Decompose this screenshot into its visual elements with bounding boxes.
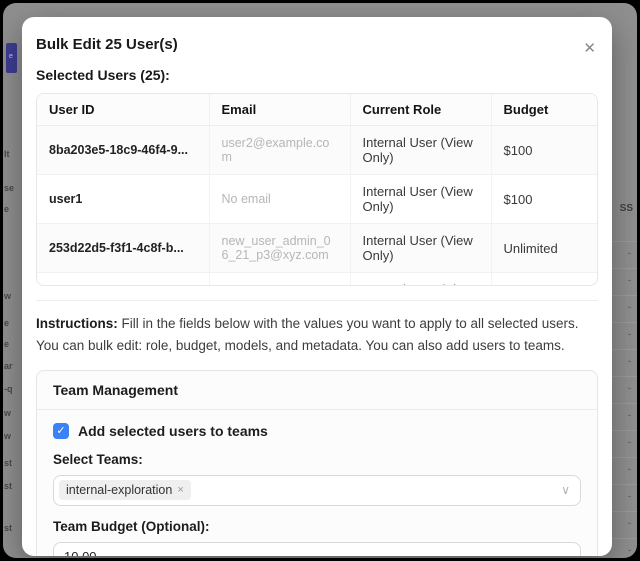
modal-title: Bulk Edit 25 User(s): [36, 36, 598, 53]
background-dash-fragment: -: [628, 518, 631, 528]
background-row-divider: [611, 376, 637, 377]
background-table-header-fragment: SS: [620, 203, 633, 214]
background-row-divider: [611, 511, 637, 512]
background-row-divider: [611, 403, 637, 404]
cell-budget: $100: [491, 175, 598, 224]
cell-userid: 253d22d5-f3f1-4c8f-b...: [37, 224, 209, 273]
cell-userid: 8ba203e5-18c9-46f4-9...: [37, 126, 209, 175]
table-row: 5dbd2335-cdd6-47ca-b...interInternal Use…: [37, 273, 598, 287]
section-divider: [36, 300, 598, 301]
background-dash-fragment: -: [628, 491, 631, 501]
cell-userid: user1: [37, 175, 209, 224]
instructions-label: Instructions:: [36, 316, 118, 331]
bulk-edit-modal: ✕ Bulk Edit 25 User(s) Selected Users (2…: [22, 17, 612, 556]
background-dash-fragment: -: [628, 356, 631, 366]
background-dash-fragment: -: [628, 248, 631, 258]
cell-budget: $100: [491, 126, 598, 175]
cell-role: Internal User (View Only): [350, 273, 491, 287]
add-users-to-teams-row: ✓ Add selected users to teams: [53, 423, 581, 439]
cell-userid: 5dbd2335-cdd6-47ca-b...: [37, 273, 209, 287]
close-icon[interactable]: ✕: [583, 41, 596, 56]
teams-multiselect[interactable]: internal-exploration × ∨: [53, 475, 581, 506]
cell-email: inter: [209, 273, 350, 287]
cell-email: No email: [209, 175, 350, 224]
background-row-divider: [611, 268, 637, 269]
background-dash-fragment: -: [628, 464, 631, 474]
selected-team-tag: internal-exploration ×: [59, 480, 191, 500]
team-budget-input[interactable]: [53, 542, 581, 556]
background-text-fragment: st: [4, 458, 12, 468]
cell-budget: Unlimited: [491, 224, 598, 273]
column-header-user-id: User ID: [37, 94, 209, 126]
cell-role: Internal User (View Only): [350, 224, 491, 273]
background-text-fragment: st: [4, 523, 12, 533]
background-text-fragment: w: [4, 291, 11, 301]
background-dash-fragment: -: [628, 329, 631, 339]
background-text-fragment: st: [4, 481, 12, 491]
background-text-fragment: lt: [4, 149, 10, 159]
selected-users-table-container[interactable]: User ID Email Current Role Budget 8ba203…: [36, 93, 598, 286]
cell-role: Internal User (View Only): [350, 175, 491, 224]
background-dash-fragment: -: [628, 275, 631, 285]
background-text-fragment: -q: [4, 384, 13, 394]
background-row-divider: [611, 295, 637, 296]
background-dash-fragment: -: [628, 437, 631, 447]
column-header-current-role: Current Role: [350, 94, 491, 126]
background-dash-fragment: -: [628, 545, 631, 555]
chevron-down-icon: ∨: [561, 483, 570, 497]
cell-email: user2@example.com: [209, 126, 350, 175]
selected-users-heading: Selected Users (25):: [36, 67, 598, 83]
background-row-divider: [611, 484, 637, 485]
background-text-fragment: e: [4, 204, 9, 214]
background-row-divider: [611, 538, 637, 539]
background-text-fragment: e: [4, 339, 9, 349]
background-row-divider: [611, 430, 637, 431]
background-text-fragment: ar: [4, 361, 13, 371]
background-dash-fragment: -: [628, 410, 631, 420]
column-header-budget: Budget: [491, 94, 598, 126]
team-management-heading: Team Management: [37, 371, 597, 410]
background-accent-button-fragment: e: [6, 43, 17, 73]
team-management-body: ✓ Add selected users to teams Select Tea…: [37, 410, 597, 556]
background-dash-fragment: -: [628, 302, 631, 312]
instructions-text: Instructions: Fill in the fields below w…: [36, 313, 598, 358]
cell-role: Internal User (View Only): [350, 126, 491, 175]
background-row-divider: [611, 241, 637, 242]
background-text-fragment: e: [4, 318, 9, 328]
cell-budget: Unlimited: [491, 273, 598, 287]
table-row: 8ba203e5-18c9-46f4-9...user2@example.com…: [37, 126, 598, 175]
background-row-divider: [611, 349, 637, 350]
background-text-fragment: se: [4, 183, 14, 193]
team-budget-label: Team Budget (Optional):: [53, 519, 581, 534]
add-users-checkbox-label: Add selected users to teams: [78, 423, 268, 439]
add-users-checkbox[interactable]: ✓: [53, 423, 69, 439]
instructions-body: Fill in the fields below with the values…: [36, 316, 579, 353]
background-text-fragment: w: [4, 431, 11, 441]
table-header-row: User ID Email Current Role Budget: [37, 94, 598, 126]
cell-email: new_user_admin_06_21_p3@xyz.com: [209, 224, 350, 273]
remove-team-tag-icon[interactable]: ×: [177, 484, 183, 496]
table-row: 253d22d5-f3f1-4c8f-b...new_user_admin_06…: [37, 224, 598, 273]
team-management-card: Team Management ✓ Add selected users to …: [36, 370, 598, 556]
select-teams-label: Select Teams:: [53, 452, 581, 467]
column-header-email: Email: [209, 94, 350, 126]
selected-users-table: User ID Email Current Role Budget 8ba203…: [37, 94, 598, 286]
table-row: user1No emailInternal User (View Only)$1…: [37, 175, 598, 224]
background-row-divider: [611, 322, 637, 323]
selected-team-tag-label: internal-exploration: [66, 483, 172, 497]
background-text-fragment: w: [4, 408, 11, 418]
background-row-divider: [611, 457, 637, 458]
background-dash-fragment: -: [628, 383, 631, 393]
